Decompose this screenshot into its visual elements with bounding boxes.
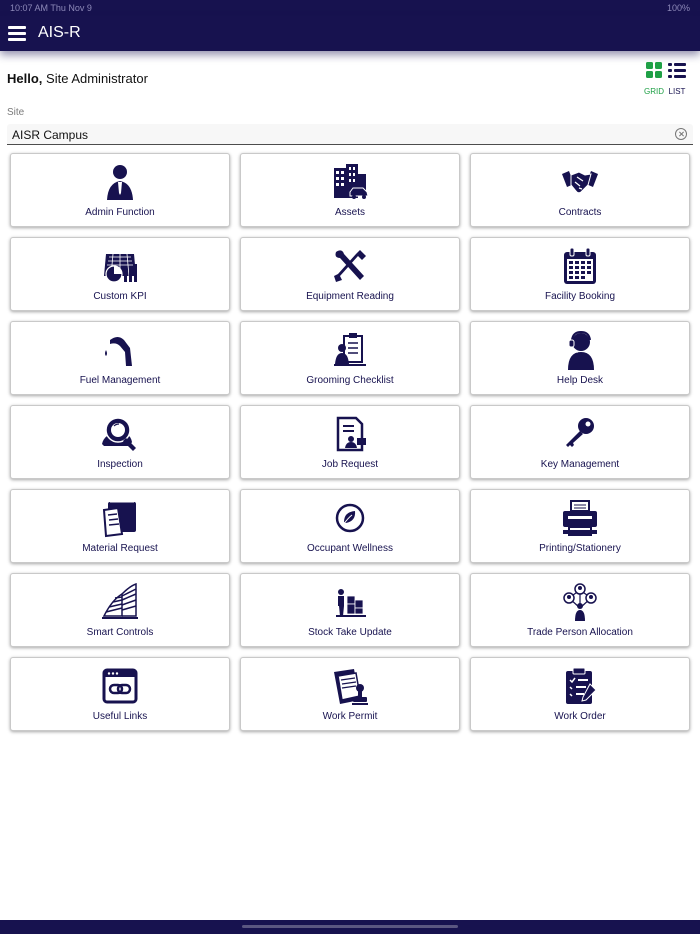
tile-inspection[interactable]: Inspection xyxy=(10,405,230,479)
tile-useful-links[interactable]: Useful Links xyxy=(10,657,230,731)
tile-label: Custom KPI xyxy=(93,291,147,302)
greeting-hello: Hello, xyxy=(7,71,43,86)
tile-occupant-wellness[interactable]: Occupant Wellness xyxy=(240,489,460,563)
headset-person-icon xyxy=(568,330,594,370)
tile-facility-booking[interactable]: Facility Booking xyxy=(470,237,690,311)
tile-label: Admin Function xyxy=(85,207,155,218)
tile-label: Smart Controls xyxy=(86,627,154,638)
app-title: AIS-R xyxy=(38,24,81,41)
grid-icon xyxy=(646,62,662,78)
tile-printing-stationery[interactable]: Printing/Stationery xyxy=(470,489,690,563)
tile-stock-take-update[interactable]: Stock Take Update xyxy=(240,573,460,647)
tile-contracts[interactable]: Contracts xyxy=(470,153,690,227)
tile-job-request[interactable]: Job Request xyxy=(240,405,460,479)
bottom-bar xyxy=(0,920,700,934)
tile-trade-person-allocation[interactable]: Trade Person Allocation xyxy=(470,573,690,647)
tile-key-management[interactable]: Key Management xyxy=(470,405,690,479)
tile-label: Facility Booking xyxy=(544,291,616,302)
magnifier-icon xyxy=(102,417,136,451)
grid-label: GRID xyxy=(644,87,664,96)
tile-label: Help Desk xyxy=(556,375,604,386)
tile-label: Trade Person Allocation xyxy=(527,627,633,638)
tile-label: Occupant Wellness xyxy=(307,543,393,554)
tile-custom-kpi[interactable]: Custom KPI xyxy=(10,237,230,311)
calendar-icon xyxy=(564,247,596,284)
tile-label: Fuel Management xyxy=(79,375,161,386)
home-indicator[interactable] xyxy=(242,925,458,928)
grid-view-button[interactable]: GRID xyxy=(643,62,665,96)
admin-user-icon xyxy=(107,165,133,200)
tile-work-order[interactable]: Work Order xyxy=(470,657,690,731)
site-select-field[interactable]: AISR Campus xyxy=(7,124,693,145)
tile-label: Work Permit xyxy=(322,711,378,722)
list-label: LIST xyxy=(668,87,686,96)
tile-admin-function[interactable]: Admin Function xyxy=(10,153,230,227)
greeting-user: Site Administrator xyxy=(46,71,148,86)
tile-smart-controls[interactable]: Smart Controls xyxy=(10,573,230,647)
tile-label: Useful Links xyxy=(92,711,148,722)
tile-label: Key Management xyxy=(540,459,620,470)
status-bar: 10:07 AM Thu Nov 9 100% xyxy=(0,0,700,16)
tile-work-permit[interactable]: Work Permit xyxy=(240,657,460,731)
printer-icon xyxy=(563,500,597,536)
tile-assets[interactable]: Assets xyxy=(240,153,460,227)
site-value: AISR Campus xyxy=(12,128,89,142)
tile-label: Inspection xyxy=(97,459,143,470)
greeting: Hello, Site Administrator xyxy=(7,71,148,86)
tools-icon xyxy=(334,250,366,282)
permit-stamp-icon xyxy=(334,669,368,705)
tile-fuel-management[interactable]: Fuel Management xyxy=(10,321,230,395)
stock-boxes-icon xyxy=(336,589,366,617)
status-time: 10:07 AM Thu Nov 9 xyxy=(10,3,92,13)
tile-equipment-reading[interactable]: Equipment Reading xyxy=(240,237,460,311)
tile-label: Material Request xyxy=(82,543,158,554)
buildings-icon xyxy=(334,164,369,199)
key-icon xyxy=(566,418,594,447)
leaf-circle-icon xyxy=(335,503,365,533)
box-documents-icon xyxy=(102,501,136,538)
fuel-nozzle-icon xyxy=(105,337,132,366)
top-navbar: AIS-R xyxy=(0,16,700,51)
list-icon xyxy=(668,63,686,78)
tile-label: Contracts xyxy=(558,207,602,218)
tile-help-desk[interactable]: Help Desk xyxy=(470,321,690,395)
browser-link-icon xyxy=(102,668,138,704)
tile-label: Equipment Reading xyxy=(306,291,394,302)
module-grid: Admin Function Assets Contracts Custom K… xyxy=(10,153,690,731)
tile-label: Job Request xyxy=(321,459,379,470)
tile-label: Assets xyxy=(334,207,365,218)
site-label: Site xyxy=(7,107,25,118)
hamburger-menu-icon[interactable] xyxy=(8,26,26,41)
tile-label: Printing/Stationery xyxy=(539,543,621,554)
handshake-icon xyxy=(562,171,598,194)
kpi-chart-icon xyxy=(104,253,137,283)
people-network-icon xyxy=(563,583,597,621)
status-battery: 100% xyxy=(666,3,690,13)
clipboard-pen-icon xyxy=(566,667,597,704)
job-document-icon xyxy=(336,416,366,452)
tile-material-request[interactable]: Material Request xyxy=(10,489,230,563)
tile-label: Work Order xyxy=(554,711,606,722)
tile-grooming-checklist[interactable]: Grooming Checklist xyxy=(240,321,460,395)
smart-building-icon xyxy=(102,582,138,619)
tile-label: Grooming Checklist xyxy=(306,375,394,386)
clear-icon[interactable] xyxy=(675,128,687,140)
list-view-button[interactable]: LIST xyxy=(667,62,687,96)
tile-label: Stock Take Update xyxy=(308,627,392,638)
checklist-person-icon xyxy=(334,333,366,366)
